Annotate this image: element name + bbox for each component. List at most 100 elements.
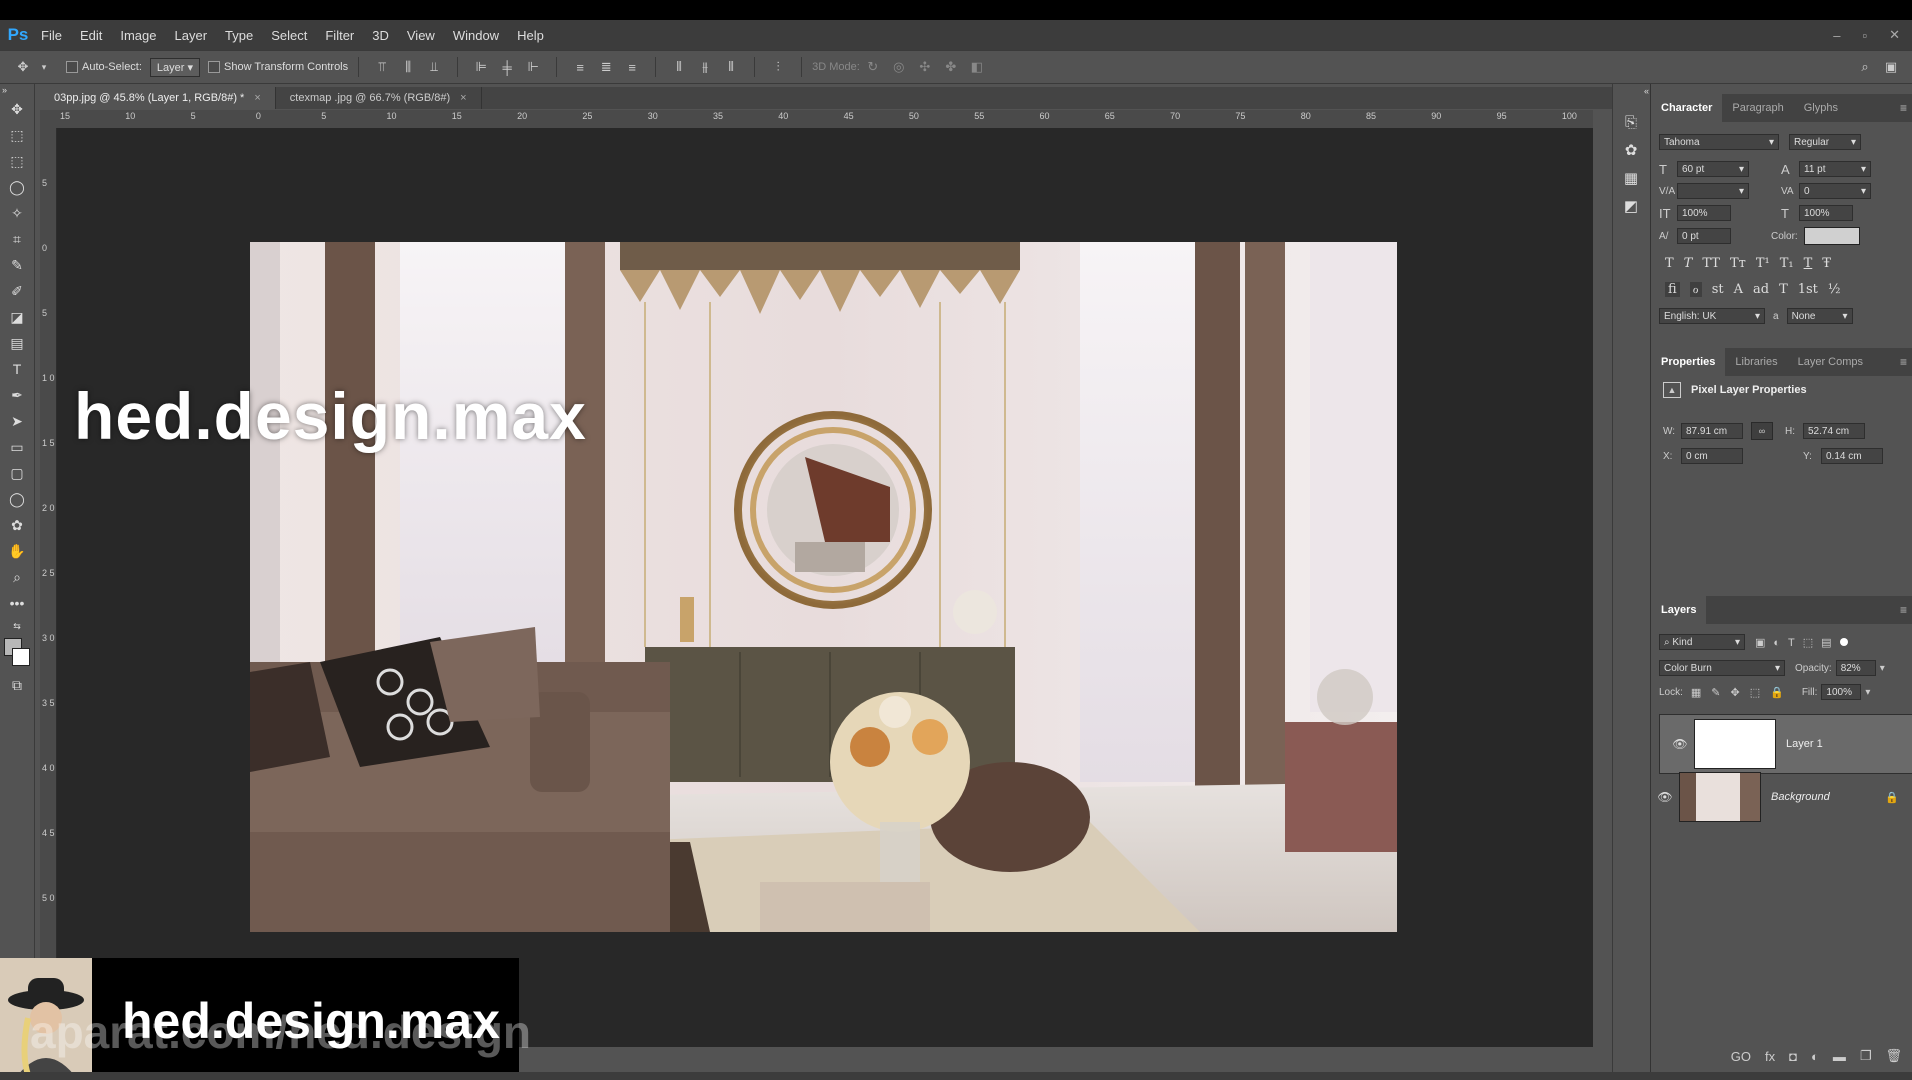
leading-field[interactable]: 11 pt ▾ [1799, 161, 1871, 177]
background-color[interactable] [12, 648, 30, 666]
font-size-field[interactable]: 60 pt ▾ [1677, 161, 1749, 177]
distribute-vcenter-icon[interactable]: ≣ [597, 58, 615, 76]
font-family-select[interactable]: Tahoma ▾ [1659, 134, 1779, 150]
menu-filter[interactable]: Filter [316, 28, 363, 43]
chevron-down-icon[interactable]: ▾ [40, 58, 48, 76]
horizontal-scale-field[interactable]: 100% [1799, 205, 1853, 221]
faux-italic-button[interactable]: T [1684, 256, 1693, 271]
align-right-icon[interactable]: ⊩ [524, 58, 542, 76]
move-tool-icon[interactable]: ✥ [14, 58, 32, 76]
height-field[interactable]: 52.74 cm [1803, 423, 1865, 439]
color-icon[interactable]: ✿ [1613, 136, 1649, 164]
magic-wand-tool-icon[interactable]: ✧ [0, 200, 34, 226]
swatches-icon[interactable]: ▦ [1613, 164, 1649, 192]
baseline-shift-field[interactable]: 0 pt [1677, 228, 1731, 244]
chevron-down-icon[interactable]: ▾ [1865, 687, 1870, 698]
restore-icon[interactable]: ▫ [1862, 28, 1867, 43]
adjustment-layer-icon[interactable]: ◐ [1811, 1049, 1819, 1064]
layer-row-background[interactable]: 👁 Background 🔒 [1651, 770, 1912, 824]
artboard-tool-icon[interactable]: ⬚ [0, 122, 34, 148]
menu-file[interactable]: File [32, 28, 71, 43]
collapse-icon[interactable]: » [0, 84, 36, 96]
tab-ctexmap[interactable]: ctexmap .jpg @ 66.7% (RGB/8#) × [275, 87, 482, 109]
menu-window[interactable]: Window [444, 28, 508, 43]
ligatures-button[interactable]: fi [1665, 282, 1680, 297]
superscript-button[interactable]: T¹ [1756, 256, 1770, 271]
link-layers-icon[interactable]: GO [1731, 1049, 1751, 1064]
chevron-down-icon[interactable]: ▾ [1880, 663, 1885, 674]
new-layer-icon[interactable]: ❐ [1860, 1048, 1872, 1064]
collapse-icon[interactable]: « [1613, 84, 1655, 98]
panel-menu-icon[interactable]: ≡ [1900, 355, 1907, 369]
history-icon[interactable]: ⎘ [1613, 108, 1649, 136]
layer-filter-icons[interactable]: ▣◐T⬚▤ [1755, 636, 1840, 649]
adjustments-icon[interactable]: ◩ [1613, 192, 1649, 220]
small-caps-button[interactable]: Tт [1730, 256, 1746, 271]
3d-scale-icon[interactable]: ◧ [968, 58, 986, 76]
screen-mode-icon[interactable]: ⧉ [0, 672, 34, 698]
distribute-top-icon[interactable]: ≡ [571, 58, 589, 76]
menu-type[interactable]: Type [216, 28, 262, 43]
trash-icon[interactable]: 🗑 [1885, 1048, 1902, 1064]
width-field[interactable]: 87.91 cm [1681, 423, 1743, 439]
stylistic-alt-button[interactable]: ad [1753, 282, 1769, 297]
align-vcenter-icon[interactable]: ⫼ [399, 58, 417, 76]
tab-libraries[interactable]: Libraries [1725, 348, 1787, 376]
pen-tool-icon[interactable]: ✒ [0, 382, 34, 408]
x-field[interactable]: 0 cm [1681, 448, 1743, 464]
all-caps-button[interactable]: TT [1702, 256, 1720, 271]
fractions-button[interactable]: ½ [1828, 282, 1841, 297]
menu-3d[interactable]: 3D [363, 28, 398, 43]
custom-shape-tool-icon[interactable]: ✿ [0, 512, 34, 538]
eyedropper-tool-icon[interactable]: ✎ [0, 252, 34, 278]
language-select[interactable]: English: UK ▾ [1659, 308, 1765, 324]
blend-mode-select[interactable]: Color Burn ▾ [1659, 660, 1785, 676]
3d-rotate-icon[interactable]: ↻ [864, 58, 882, 76]
gradient-tool-icon[interactable]: ▤ [0, 330, 34, 356]
filter-toggle-icon[interactable] [1839, 638, 1848, 646]
strikethrough-button[interactable]: Ŧ [1822, 256, 1831, 271]
ordinals-button[interactable]: 1st [1798, 282, 1818, 297]
text-color-swatch[interactable] [1803, 227, 1860, 245]
auto-select-checkbox[interactable] [66, 61, 82, 74]
menu-edit[interactable]: Edit [71, 28, 111, 43]
align-left-icon[interactable]: ⊫ [472, 58, 490, 76]
font-style-select[interactable]: Regular ▾ [1789, 134, 1861, 150]
subscript-button[interactable]: T₁ [1780, 256, 1794, 271]
eraser-tool-icon[interactable]: ◪ [0, 304, 34, 330]
contextual-alt-button[interactable]: ℴ [1689, 282, 1702, 297]
kerning-field[interactable]: ▾ [1677, 183, 1749, 199]
move-tool-icon[interactable]: ✥ [0, 96, 34, 122]
3d-pan-icon[interactable]: ✣ [916, 58, 934, 76]
distribute-bottom-icon[interactable]: ≡ [623, 58, 641, 76]
workspace-icon[interactable]: ▣ [1882, 58, 1900, 76]
menu-view[interactable]: View [398, 28, 444, 43]
align-bottom-icon[interactable]: ⫫ [425, 58, 443, 76]
rounded-rectangle-tool-icon[interactable]: ▢ [0, 460, 34, 486]
tab-character[interactable]: Character [1651, 94, 1723, 122]
lock-icons[interactable]: ▦✎✥⬚🔒 [1691, 686, 1794, 699]
minimize-icon[interactable]: – [1833, 28, 1840, 43]
faux-bold-button[interactable]: T [1665, 256, 1674, 271]
swap-colors-icon[interactable]: ⇆ [0, 616, 34, 636]
menu-select[interactable]: Select [262, 28, 316, 43]
close-icon[interactable]: × [254, 92, 260, 104]
y-field[interactable]: 0.14 cm [1821, 448, 1883, 464]
fill-field[interactable]: 100% [1821, 684, 1862, 700]
link-icon[interactable]: ∞ [1751, 422, 1773, 440]
document-image[interactable] [250, 242, 1397, 932]
discretionary-ligatures-button[interactable]: st [1712, 282, 1724, 297]
antialias-select[interactable]: None ▾ [1786, 308, 1853, 324]
menu-layer[interactable]: Layer [166, 28, 217, 43]
mask-icon[interactable]: ◘ [1789, 1049, 1797, 1064]
search-icon[interactable]: ⌕ [1856, 58, 1874, 76]
ellipse-tool-icon[interactable]: ◯ [0, 486, 34, 512]
tab-glyphs[interactable]: Glyphs [1794, 94, 1848, 122]
layer-row-layer1[interactable]: 👁 Layer 1 [1659, 714, 1912, 774]
panel-menu-icon[interactable]: ≡ [1900, 101, 1907, 115]
tab-03pp[interactable]: 03pp.jpg @ 45.8% (Layer 1, RGB/8#) * × [40, 87, 276, 109]
auto-align-icon[interactable]: ⫶ [769, 58, 787, 76]
swash-button[interactable]: A [1734, 282, 1743, 297]
layer-filter-select[interactable]: ⌕ Kind ▾ [1659, 634, 1745, 650]
zoom-tool-icon[interactable]: ⌕ [0, 564, 34, 590]
